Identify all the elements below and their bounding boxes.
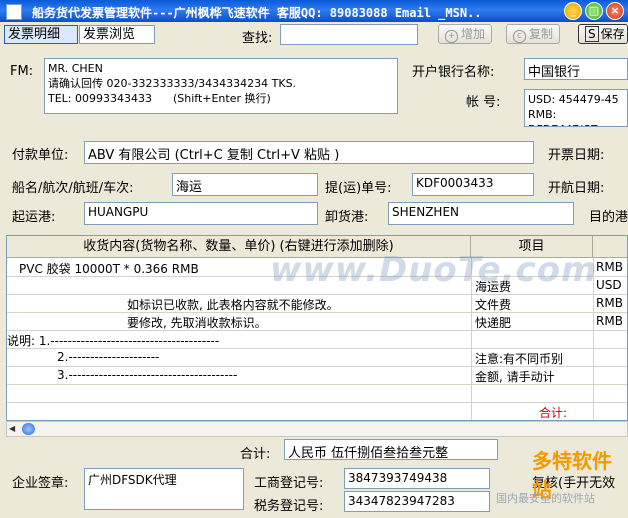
vessel-label: 船名/航次/航班/车次: bbox=[12, 181, 134, 196]
search-input[interactable] bbox=[280, 24, 418, 45]
payer-label: 付款单位: bbox=[12, 148, 69, 163]
sail-date-label: 开航日期: bbox=[548, 181, 605, 196]
close-button[interactable]: × bbox=[606, 2, 624, 20]
maximize-button[interactable]: □ bbox=[585, 2, 603, 20]
window-title: 船务货代发票管理软件---广州枫桦飞速软件 客服QQ: 89083088 Ema… bbox=[32, 6, 482, 20]
add-button-label: 增加 bbox=[461, 27, 486, 41]
grid-cell-currency: RMB bbox=[596, 314, 623, 328]
table-row[interactable]: 3.--------------------------------------… bbox=[7, 366, 627, 384]
horizontal-scrollbar[interactable]: ◀ bbox=[6, 421, 628, 437]
payer-input[interactable]: ABV 有限公司 (Ctrl+C 复制 Ctrl+V 粘贴 ) bbox=[84, 141, 534, 164]
discharge-port-label: 卸货港: bbox=[325, 210, 369, 225]
bl-input[interactable]: KDF0003433 bbox=[412, 173, 534, 196]
origin-port-input[interactable]: HUANGPU bbox=[84, 202, 318, 225]
tax-reg-input[interactable]: 34347823947283 bbox=[344, 491, 490, 512]
grid-cell-item: 注意:有不同币别 bbox=[475, 352, 564, 366]
grid-cell-item: 文件费 bbox=[475, 298, 512, 312]
grid-header-currency bbox=[593, 236, 627, 258]
grid-cell-content: 2.--------------------- bbox=[57, 350, 160, 364]
discharge-port-input[interactable]: SHENZHEN bbox=[388, 202, 574, 225]
account-textarea[interactable]: USD: 454479-45 RMB: DFDE447(SZ bbox=[524, 89, 628, 127]
fm-line: MR. CHEN bbox=[48, 62, 103, 75]
grid-cell-content: 3.--------------------------------------… bbox=[57, 368, 238, 382]
grid-cell-currency: RMB bbox=[596, 296, 623, 310]
grid-cell-item: 金额, 请手动计 bbox=[475, 370, 555, 384]
invoice-date-label: 开票日期: bbox=[548, 148, 605, 163]
app-icon bbox=[6, 4, 22, 20]
bl-label: 提(运)单号: bbox=[325, 181, 392, 196]
destination-port-label: 目的港 bbox=[589, 210, 628, 225]
tax-reg-label: 税务登记号: bbox=[254, 499, 324, 514]
account-line: USD: 454479-45 bbox=[528, 93, 619, 106]
grid-cell-content: PVC 胶袋 10000T * 0.366 RMB bbox=[19, 262, 199, 276]
bank-name-label: 开户银行名称: bbox=[412, 65, 495, 80]
minimize-button[interactable]: _ bbox=[564, 2, 582, 20]
tab-invoice-browse[interactable]: 发票浏览 bbox=[79, 25, 155, 44]
grid-cell-content: 要修改, 先取消收款标识。 bbox=[127, 316, 267, 330]
account-label: 帐 号: bbox=[466, 95, 501, 110]
table-row[interactable]: 2.--------------------- 注意:有不同币别 bbox=[7, 348, 627, 366]
table-row[interactable]: 说明: 1.----------------------------------… bbox=[7, 330, 627, 348]
origin-port-label: 起运港: bbox=[12, 210, 56, 225]
add-icon: + bbox=[445, 30, 458, 43]
corner-logo-subtitle: 国内最安全的软件站 bbox=[496, 492, 595, 505]
signature-label: 企业签章: bbox=[12, 476, 69, 491]
tab-invoice-detail[interactable]: 发票明细 bbox=[4, 25, 78, 44]
table-row[interactable] bbox=[7, 384, 627, 402]
business-reg-label: 工商登记号: bbox=[254, 476, 324, 491]
scroll-left-icon[interactable]: ◀ bbox=[9, 424, 19, 434]
account-line: RMB: DFDE447(SZ bbox=[528, 108, 598, 126]
save-button[interactable]: S 保存 bbox=[578, 24, 628, 44]
grid-cell-item: 合计: bbox=[539, 406, 568, 420]
title-bar: 船务货代发票管理软件---广州枫桦飞速软件 客服QQ: 89083088 Ema… bbox=[0, 0, 628, 22]
fm-line: 请确认回传 020-332333333/3434334234 TKS. bbox=[48, 77, 297, 90]
grid-cell-currency: USD bbox=[596, 278, 622, 292]
total-label: 合计: bbox=[240, 447, 271, 462]
fm-line: TEL: 00993343433 (Shift+Enter 换行) bbox=[48, 92, 271, 105]
grid-cell-currency: RMB bbox=[596, 260, 623, 274]
total-amount-input[interactable]: 人民币 伍仟捌佰叁拾叁元整 bbox=[284, 439, 498, 460]
copy-icon: c bbox=[513, 30, 526, 43]
table-row[interactable]: 要修改, 先取消收款标识。 快递肥 RMB bbox=[7, 312, 627, 330]
fm-label: FM: bbox=[10, 64, 34, 79]
table-row[interactable]: 如标识已收款, 此表格内容就不能修改。 文件费 RMB bbox=[7, 294, 627, 312]
grid-cell-content: 说明: 1.----------------------------------… bbox=[7, 334, 220, 348]
table-row[interactable]: 合计: bbox=[7, 402, 627, 420]
grid-cell-content: 如标识已收款, 此表格内容就不能修改。 bbox=[127, 298, 339, 312]
fm-textarea[interactable]: MR. CHEN 请确认回传 020-332333333/3434334234 … bbox=[44, 58, 398, 114]
copy-button-label: 复制 bbox=[529, 27, 554, 41]
business-reg-input[interactable]: 3847393749438 bbox=[344, 468, 490, 489]
copy-button[interactable]: c 复制 bbox=[506, 24, 561, 44]
watermark-text: www.DuoTe.com bbox=[270, 250, 598, 290]
add-button[interactable]: + 增加 bbox=[438, 24, 493, 44]
save-button-label: 保存 bbox=[600, 27, 625, 41]
bank-name-input[interactable]: 中国银行 bbox=[524, 58, 628, 80]
vessel-input[interactable]: 海运 bbox=[172, 173, 318, 196]
save-shortcut-key: S bbox=[585, 26, 599, 42]
signature-input[interactable]: 广州DFSDK代理 bbox=[84, 468, 244, 510]
grid-cell-item: 快递肥 bbox=[475, 316, 512, 330]
search-label: 查找: bbox=[242, 31, 273, 46]
scroll-thumb[interactable] bbox=[22, 423, 35, 435]
